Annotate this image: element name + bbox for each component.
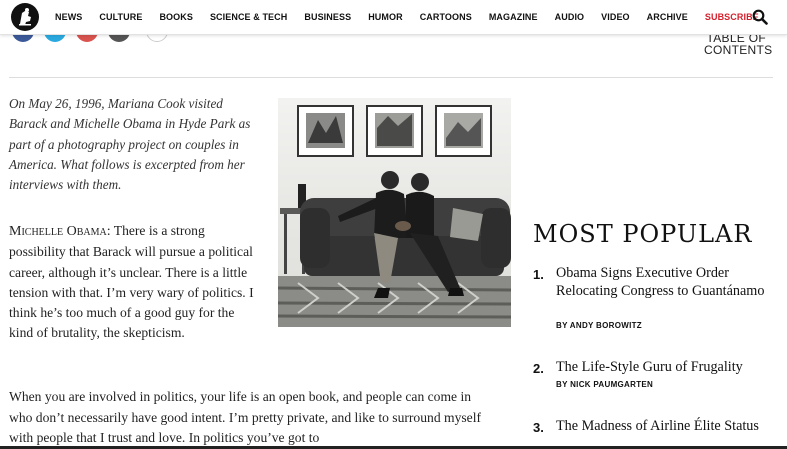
nav-item-culture[interactable]: CULTURE [99, 12, 142, 22]
article-intro: On May 26, 1996, Mariana Cook visited Ba… [9, 96, 251, 193]
nav-item-audio[interactable]: AUDIO [555, 12, 585, 22]
item-number: 2. [533, 361, 544, 376]
table-of-contents-link[interactable]: TABLE OF CONTENTS [704, 32, 773, 57]
nav-item-business[interactable]: BUSINESS [304, 12, 351, 22]
nav-item-humor[interactable]: HUMOR [368, 12, 403, 22]
nav-item-books[interactable]: BOOKS [159, 12, 193, 22]
paragraph-text: There is a strong possibility that Barac… [9, 223, 254, 341]
item-headline[interactable]: Obama Signs Executive Order Relocating C… [556, 265, 771, 300]
toc-line-2: CONTENTS [704, 43, 773, 57]
item-number: 1. [533, 267, 544, 282]
divider [9, 77, 773, 78]
couple-photo [278, 98, 511, 327]
nav-item-news[interactable]: NEWS [55, 12, 82, 22]
nav-item-subscribe[interactable]: SUBSCRIBE [705, 12, 759, 22]
article-paragraph: When you are involved in politics, your … [9, 389, 482, 445]
item-headline[interactable]: The Madness of Airline Élite Status [556, 418, 771, 436]
search-icon[interactable] [752, 9, 768, 25]
item-headline[interactable]: The Life-Style Guru of Frugality [556, 359, 771, 377]
nav-item-archive[interactable]: ARCHIVE [647, 12, 688, 22]
nav-item-science-tech[interactable]: SCIENCE & TECH [210, 12, 287, 22]
new-yorker-logo-icon[interactable] [11, 3, 39, 31]
nav-item-video[interactable]: VIDEO [601, 12, 630, 22]
most-popular-heading: MOST POPULAR [533, 220, 753, 248]
speaker-name: Michelle Obama: [9, 224, 111, 239]
top-navigation: NEWS CULTURE BOOKS SCIENCE & TECH BUSINE… [0, 0, 787, 35]
nav-menu: NEWS CULTURE BOOKS SCIENCE & TECH BUSINE… [55, 0, 759, 34]
item-byline[interactable]: BY NICK PAUMGARTEN [556, 380, 653, 389]
nav-item-cartoons[interactable]: CARTOONS [420, 12, 472, 22]
article-paragraph: Michelle Obama: There is a strong possib… [9, 221, 259, 344]
nav-item-magazine[interactable]: MAGAZINE [489, 12, 538, 22]
item-number: 3. [533, 420, 544, 435]
item-byline[interactable]: BY ANDY BOROWITZ [556, 321, 642, 330]
